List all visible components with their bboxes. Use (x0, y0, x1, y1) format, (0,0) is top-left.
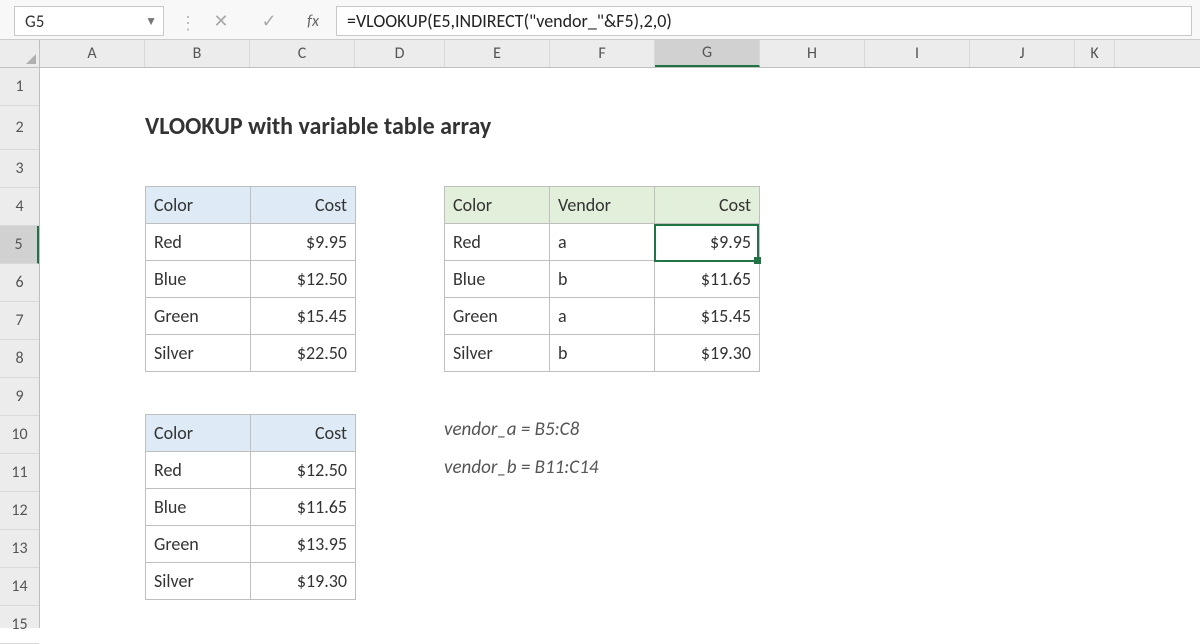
row-header-7[interactable]: 7 (0, 302, 39, 340)
table-row: Reda$9.95 (445, 224, 760, 261)
table-row: Greena$15.45 (445, 298, 760, 335)
table-row: Blue$12.50 (146, 261, 356, 298)
row-header-9[interactable]: 9 (0, 378, 39, 416)
named-range-note-b: vendor_b = B11:C14 (444, 456, 599, 479)
chevron-down-icon[interactable]: ▼ (145, 14, 157, 29)
col-header-J[interactable]: J (970, 40, 1075, 67)
col-header-B[interactable]: B (145, 40, 250, 67)
row-header-14[interactable]: 14 (0, 568, 39, 606)
tbl-b-header-color[interactable]: Color (146, 415, 251, 452)
row-header-10[interactable]: 10 (0, 416, 39, 454)
row-header-12[interactable]: 12 (0, 492, 39, 530)
row-headers: 1 2 3 4 5 6 7 8 9 10 11 12 13 14 15 (0, 68, 40, 628)
fx-icon[interactable]: fx (296, 6, 330, 36)
select-all-corner[interactable] (0, 40, 40, 67)
enter-button[interactable]: ✓ (248, 6, 290, 36)
x-icon: ✕ (213, 11, 228, 32)
table-row: Green$15.45 (146, 298, 356, 335)
row-header-6[interactable]: 6 (0, 264, 39, 302)
named-range-note-a: vendor_a = B5:C8 (444, 418, 579, 441)
col-header-C[interactable]: C (250, 40, 355, 67)
col-header-D[interactable]: D (355, 40, 445, 67)
table-row: Silver$19.30 (146, 563, 356, 600)
col-header-G[interactable]: G (655, 40, 760, 67)
col-header-A[interactable]: A (40, 40, 145, 67)
table-row: Silverb$19.30 (445, 335, 760, 372)
tbl-c-header-vendor[interactable]: Vendor (550, 187, 655, 224)
page-title: VLOOKUP with variable table array (145, 112, 491, 141)
table-row: Silver$22.50 (146, 335, 356, 372)
row-header-15[interactable]: 15 (0, 606, 39, 644)
row-header-2[interactable]: 2 (0, 106, 39, 150)
cancel-button[interactable]: ✕ (200, 6, 242, 36)
row-header-13[interactable]: 13 (0, 530, 39, 568)
vendor-a-table: Color Cost Red$9.95 Blue$12.50 Green$15.… (145, 186, 356, 372)
formula-text: =VLOOKUP(E5,INDIRECT("vendor_"&F5),2,0) (347, 10, 672, 32)
table-row: Red$9.95 (146, 224, 356, 261)
result-table: Color Vendor Cost Reda$9.95 Blueb$11.65 … (444, 186, 760, 372)
tbl-b-header-cost[interactable]: Cost (251, 415, 356, 452)
formula-input[interactable]: =VLOOKUP(E5,INDIRECT("vendor_"&F5),2,0) (336, 6, 1192, 36)
check-icon: ✓ (261, 11, 276, 32)
column-headers: A B C D E F G H I J K (0, 40, 1200, 68)
tbl-c-header-cost[interactable]: Cost (655, 187, 760, 224)
col-header-E[interactable]: E (445, 40, 550, 67)
col-header-H[interactable]: H (760, 40, 865, 67)
cell-grid[interactable]: VLOOKUP with variable table array Color … (40, 68, 1200, 628)
name-box[interactable]: G5 ▼ (14, 6, 164, 36)
row-header-11[interactable]: 11 (0, 454, 39, 492)
table-row: Blue$11.65 (146, 489, 356, 526)
table-row: Green$13.95 (146, 526, 356, 563)
tbl-c-header-color[interactable]: Color (445, 187, 550, 224)
row-header-4[interactable]: 4 (0, 188, 39, 226)
col-header-F[interactable]: F (550, 40, 655, 67)
tbl-a-header-cost[interactable]: Cost (251, 187, 356, 224)
table-row: Red$12.50 (146, 452, 356, 489)
table-row: Blueb$11.65 (445, 261, 760, 298)
row-header-5[interactable]: 5 (0, 226, 39, 264)
col-header-K[interactable]: K (1075, 40, 1115, 67)
vendor-b-table: Color Cost Red$12.50 Blue$11.65 Green$13… (145, 414, 356, 600)
col-header-I[interactable]: I (865, 40, 970, 67)
row-header-1[interactable]: 1 (0, 68, 39, 106)
dots-icon: ⋮ (182, 6, 194, 39)
formula-bar: G5 ▼ ⋮ ✕ ✓ fx =VLOOKUP(E5,INDIRECT("vend… (0, 0, 1200, 40)
name-box-value: G5 (25, 11, 44, 32)
tbl-a-header-color[interactable]: Color (146, 187, 251, 224)
row-header-8[interactable]: 8 (0, 340, 39, 378)
row-header-3[interactable]: 3 (0, 150, 39, 188)
